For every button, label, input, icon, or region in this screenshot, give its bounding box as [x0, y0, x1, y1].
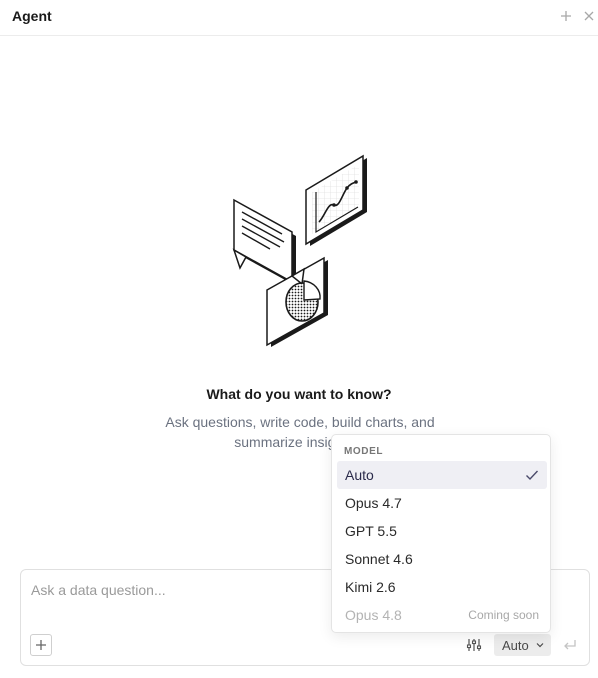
close-icon: [584, 11, 594, 21]
enter-return-icon: [564, 640, 576, 650]
empty-state-title: What do you want to know?: [206, 386, 392, 402]
model-option-label: Kimi 2.6: [345, 579, 396, 595]
send-button[interactable]: [561, 636, 579, 654]
check-icon: [526, 470, 539, 481]
model-option-opus-4-8: Opus 4.8 Coming soon: [337, 601, 547, 629]
model-option-auto[interactable]: Auto: [337, 461, 547, 489]
chevron-down-icon: [536, 643, 544, 648]
sliders-icon: [466, 639, 482, 651]
plus-icon: [36, 640, 46, 650]
model-section-label: MODEL: [344, 446, 384, 457]
model-option-label: GPT 5.5: [345, 523, 397, 539]
model-option-gpt-5-5[interactable]: GPT 5.5: [337, 517, 547, 545]
panel-header: Agent: [0, 0, 598, 36]
model-option-sonnet-4-6[interactable]: Sonnet 4.6: [337, 545, 547, 573]
model-option-label: Auto: [345, 467, 374, 483]
attach-button[interactable]: [30, 634, 52, 656]
model-option-opus-4-7[interactable]: Opus 4.7: [337, 489, 547, 517]
close-panel-button[interactable]: [581, 8, 597, 24]
coming-soon-note: Coming soon: [468, 608, 539, 622]
settings-button[interactable]: [465, 636, 483, 654]
line-chart-card: [305, 154, 367, 246]
model-option-kimi-2-6[interactable]: Kimi 2.6: [337, 573, 547, 601]
model-select-label: Auto: [502, 637, 529, 653]
model-option-label: Sonnet 4.6: [345, 551, 413, 567]
plus-icon: [561, 11, 571, 21]
new-chat-button[interactable]: [558, 8, 574, 24]
model-option-label: Opus 4.7: [345, 495, 402, 511]
text-document-card: [232, 198, 296, 286]
panel-title: Agent: [12, 8, 52, 24]
model-select-button[interactable]: Auto: [494, 634, 551, 656]
question-input[interactable]: [31, 582, 331, 598]
model-option-label: Opus 4.8: [345, 607, 402, 623]
data-insights-illustration: [222, 150, 382, 350]
model-dropdown-menu: MODEL Auto Opus 4.7 GPT 5.5 Sonnet 4.6 K…: [331, 434, 551, 633]
